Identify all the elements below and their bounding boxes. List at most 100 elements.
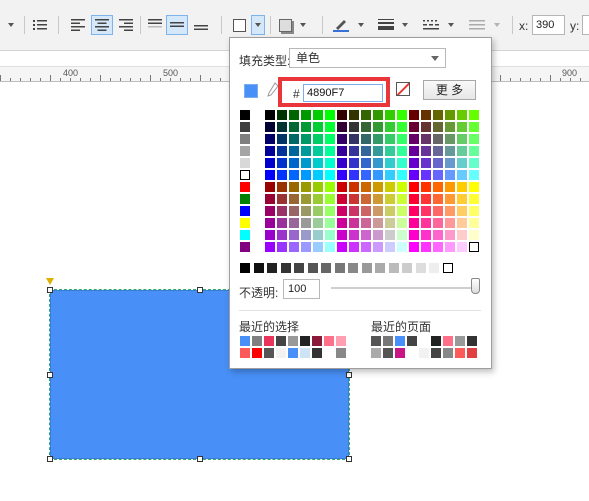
color-swatch[interactable] — [385, 242, 395, 252]
color-swatch[interactable] — [409, 158, 419, 168]
color-swatch[interactable] — [385, 206, 395, 216]
color-swatch[interactable] — [445, 170, 455, 180]
color-swatch[interactable] — [421, 230, 431, 240]
color-swatch[interactable] — [385, 218, 395, 228]
color-swatch[interactable] — [433, 242, 443, 252]
color-swatch[interactable] — [457, 242, 467, 252]
color-swatch[interactable] — [301, 146, 311, 156]
color-swatch[interactable] — [337, 218, 347, 228]
color-swatch[interactable] — [469, 218, 479, 228]
color-swatch[interactable] — [397, 230, 407, 240]
recent-selection-swatch[interactable] — [288, 336, 298, 346]
resize-handle-bottom-right[interactable] — [346, 456, 352, 462]
color-swatch[interactable] — [385, 170, 395, 180]
color-swatch[interactable] — [421, 170, 431, 180]
color-swatch[interactable] — [325, 242, 335, 252]
color-swatch[interactable] — [349, 146, 359, 156]
color-swatch[interactable] — [325, 194, 335, 204]
recent-page-swatch[interactable] — [431, 348, 441, 358]
color-swatch[interactable] — [361, 122, 371, 132]
recent-selection-swatch[interactable] — [276, 348, 286, 358]
color-swatch[interactable] — [409, 134, 419, 144]
recent-selection-swatch[interactable] — [300, 336, 310, 346]
color-swatch[interactable] — [373, 194, 383, 204]
color-swatch[interactable] — [457, 230, 467, 240]
recent-selection-swatch[interactable] — [276, 336, 286, 346]
color-swatch[interactable] — [469, 110, 479, 120]
color-swatch[interactable] — [361, 146, 371, 156]
line-style-dropdown[interactable] — [444, 15, 458, 35]
color-swatch[interactable] — [373, 146, 383, 156]
gray-swatch[interactable] — [334, 263, 345, 273]
recent-page-swatch[interactable] — [443, 336, 453, 346]
color-swatch[interactable] — [277, 206, 287, 216]
recent-page-swatch[interactable] — [467, 336, 477, 346]
color-swatch[interactable] — [361, 110, 371, 120]
color-swatch[interactable] — [397, 242, 407, 252]
color-swatch[interactable] — [385, 194, 395, 204]
color-swatch[interactable] — [469, 134, 479, 144]
recent-page-swatch[interactable] — [395, 348, 405, 358]
color-swatch[interactable] — [337, 158, 347, 168]
y-coordinate-input[interactable] — [582, 15, 589, 35]
color-swatch[interactable] — [433, 170, 443, 180]
color-swatch[interactable] — [301, 206, 311, 216]
color-swatch[interactable] — [349, 158, 359, 168]
color-swatch[interactable] — [240, 242, 250, 252]
color-swatch[interactable] — [409, 182, 419, 192]
color-swatch[interactable] — [289, 158, 299, 168]
color-swatch[interactable] — [385, 110, 395, 120]
resize-handle-bottom[interactable] — [197, 456, 203, 462]
color-swatch[interactable] — [433, 230, 443, 240]
color-swatch[interactable] — [409, 122, 419, 132]
color-swatch[interactable] — [313, 110, 323, 120]
color-swatch[interactable] — [349, 182, 359, 192]
color-swatch[interactable] — [240, 110, 250, 120]
color-swatch[interactable] — [349, 206, 359, 216]
color-swatch[interactable] — [313, 206, 323, 216]
align-center-button[interactable] — [91, 15, 113, 35]
gray-swatch[interactable] — [388, 263, 399, 273]
color-swatch[interactable] — [277, 194, 287, 204]
color-swatch[interactable] — [469, 170, 479, 180]
shadow-button[interactable] — [275, 15, 295, 35]
color-swatch[interactable] — [433, 218, 443, 228]
color-swatch[interactable] — [277, 230, 287, 240]
color-swatch[interactable] — [433, 110, 443, 120]
color-swatch[interactable] — [265, 158, 275, 168]
color-swatch[interactable] — [361, 230, 371, 240]
color-swatch[interactable] — [409, 170, 419, 180]
color-swatch[interactable] — [265, 182, 275, 192]
line-color-button[interactable] — [330, 15, 352, 35]
color-swatch[interactable] — [349, 194, 359, 204]
color-swatch[interactable] — [421, 146, 431, 156]
recent-selection-swatch[interactable] — [252, 348, 262, 358]
color-swatch[interactable] — [313, 134, 323, 144]
color-swatch[interactable] — [397, 206, 407, 216]
gray-swatch[interactable] — [429, 263, 439, 273]
color-swatch[interactable] — [265, 218, 275, 228]
color-swatch[interactable] — [445, 146, 455, 156]
color-swatch[interactable] — [445, 158, 455, 168]
fill-color-dropdown[interactable] — [251, 15, 265, 35]
resize-handle-left[interactable] — [47, 372, 53, 378]
color-swatch[interactable] — [421, 158, 431, 168]
gray-swatch[interactable] — [361, 263, 372, 273]
color-swatch[interactable] — [349, 122, 359, 132]
color-swatch[interactable] — [445, 110, 455, 120]
resize-handle-top-left[interactable] — [47, 287, 53, 293]
color-swatch[interactable] — [265, 146, 275, 156]
color-swatch[interactable] — [433, 146, 443, 156]
color-swatch[interactable] — [301, 218, 311, 228]
color-swatch[interactable] — [433, 206, 443, 216]
color-swatch[interactable] — [409, 242, 419, 252]
recent-selection-swatch[interactable] — [324, 336, 334, 346]
recent-selection-swatch[interactable] — [252, 336, 262, 346]
color-swatch[interactable] — [325, 122, 335, 132]
color-swatch[interactable] — [421, 218, 431, 228]
gray-swatch[interactable] — [348, 263, 358, 273]
color-swatch[interactable] — [457, 194, 467, 204]
color-swatch[interactable] — [385, 182, 395, 192]
color-swatch[interactable] — [373, 218, 383, 228]
color-swatch[interactable] — [277, 146, 287, 156]
